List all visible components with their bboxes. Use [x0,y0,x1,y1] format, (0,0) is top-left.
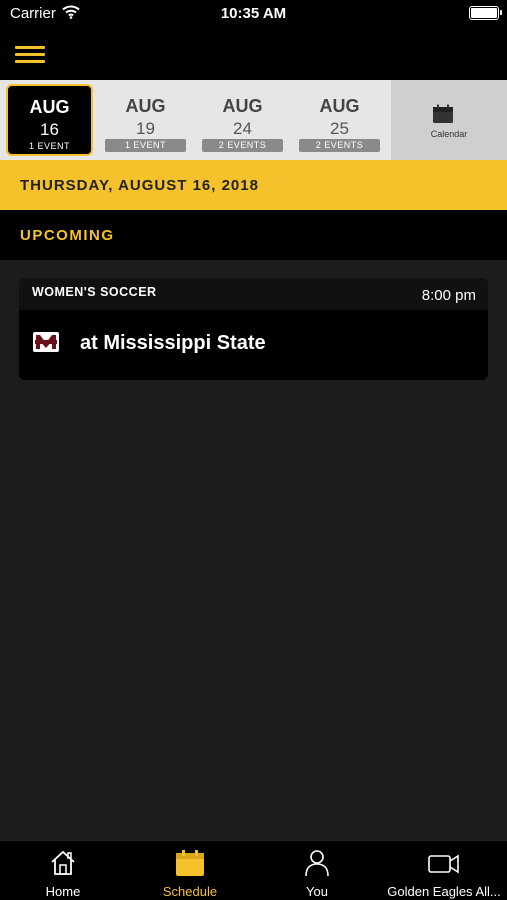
video-camera-icon [428,849,460,882]
person-icon [304,849,330,882]
date-event-count: 2 EVENTS [202,139,283,152]
date-month: AUG [319,96,360,116]
home-icon [49,849,77,882]
date-day: 16 [40,120,59,139]
hamburger-menu-icon[interactable] [15,44,47,64]
event-card[interactable]: WOMEN'S SOCCER 8:00 pm at Mississippi St… [19,278,488,380]
tab-home[interactable]: Home [0,841,126,900]
event-list: WOMEN'S SOCCER 8:00 pm at Mississippi St… [0,260,507,840]
section-label: UPCOMING [20,227,115,244]
date-month: AUG [29,97,70,117]
date-event-count: 1 EVENT [28,141,70,151]
date-month: AUG [222,96,263,116]
date-event-count: 2 EVENTS [299,139,380,152]
schedule-calendar-icon [175,849,205,882]
date-strip: AUG 16 1 EVENT AUG 19 1 EVENT AUG 24 2 E… [0,80,507,160]
event-opponent: at Mississippi State [80,332,266,354]
section-header: UPCOMING [0,210,507,260]
calendar-label: Calendar [430,129,468,139]
tab-schedule[interactable]: Schedule [127,841,253,900]
battery-icon [469,6,502,20]
date-day: 24 [233,119,252,138]
selected-date-header: THURSDAY, AUGUST 16, 2018 [0,160,507,210]
event-sport: WOMEN'S SOCCER [32,285,157,299]
mississippi-state-logo [33,332,59,352]
tab-golden-eagles-all-access[interactable]: Golden Eagles All... [381,841,507,900]
date-month: AUG [125,96,166,116]
tab-label: Schedule [162,884,218,899]
status-bar: Carrier 10:35 AM [0,0,507,30]
status-time: 10:35 AM [220,5,287,22]
tab-you[interactable]: You [254,841,380,900]
calendar-button[interactable]: Calendar [391,80,507,160]
tab-label: Golden Eagles All... [387,884,501,899]
event-time: 8:00 pm [421,287,476,304]
date-event-count: 1 EVENT [105,139,186,152]
date-item-aug-24[interactable]: AUG 24 2 EVENTS [194,80,291,160]
tab-label: Home [45,884,81,899]
date-day: 25 [330,119,349,138]
tab-label: You [306,884,328,899]
selected-date-text: THURSDAY, AUGUST 16, 2018 [20,177,259,194]
date-item-aug-19[interactable]: AUG 19 1 EVENT [97,80,194,160]
calendar-icon [432,104,454,129]
tab-bar: Home Schedule You Golden Eagles All... [0,840,507,900]
date-day: 19 [136,119,155,138]
date-item-aug-25[interactable]: AUG 25 2 EVENTS [291,80,388,160]
event-card-header: WOMEN'S SOCCER 8:00 pm [19,278,488,310]
nav-bar [0,30,507,78]
date-item-aug-16[interactable]: AUG 16 1 EVENT [6,84,93,156]
